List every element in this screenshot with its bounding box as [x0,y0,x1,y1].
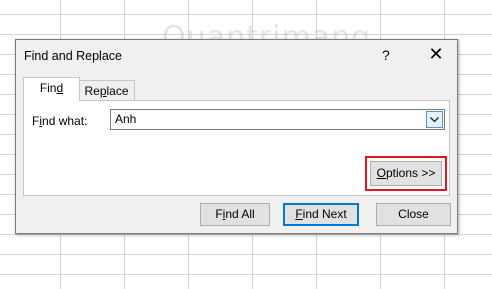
find-next-accel: F [295,207,303,221]
tab-replace-label-prefix: Re [84,84,100,98]
find-what-label: Find what: [32,114,87,128]
find-replace-dialog: Find and Replace ? ✕ Find Replace Find w… [15,39,458,234]
close-button[interactable]: Close [376,203,451,226]
tab-replace-label: Replace [84,84,128,98]
find-all-label: Find All [215,207,255,221]
options-button-label: Options >> [377,166,436,180]
options-rest: ptions >> [385,166,436,180]
tab-replace-label-accel: p [99,84,107,98]
tab-find[interactable]: Find [23,77,80,101]
tab-find-label: Find [40,81,63,95]
tab-replace[interactable]: Replace [78,80,135,102]
help-icon[interactable]: ? [382,47,390,63]
options-button[interactable]: Options >> [370,161,442,186]
tab-replace-label-suffix: lace [106,84,129,98]
dropdown-button[interactable] [426,111,443,128]
find-all-button[interactable]: Find All [200,203,270,226]
close-icon[interactable]: ✕ [424,42,448,66]
find-what-combobox[interactable]: Anh [110,109,445,130]
options-accel: O [376,166,386,180]
find-all-accel: i [222,207,226,221]
chevron-down-icon [430,117,439,123]
dialog-title: Find and Replace [24,49,122,63]
find-next-label: Find Next [295,207,347,221]
find-panel: Find what: Anh Options >> [23,100,450,196]
tab-find-label-accel: d [56,81,64,95]
find-next-button[interactable]: Find Next [283,203,359,226]
find-what-label-suffix: nd what: [42,114,88,128]
tab-find-label-prefix: Fin [39,81,57,95]
find-what-input[interactable]: Anh [115,112,136,126]
